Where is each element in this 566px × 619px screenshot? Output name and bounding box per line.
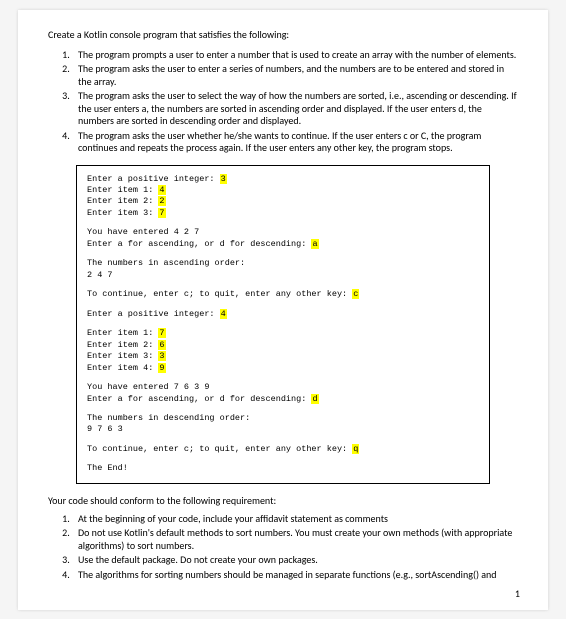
page: Create a Kotlin console program that sat… xyxy=(18,10,548,610)
requirement-item: Use the default package. Do not create y… xyxy=(72,554,518,567)
console-line: Enter item 2: xyxy=(87,340,158,350)
user-input: 7 xyxy=(158,328,165,338)
console-line: Enter a for ascending, or d for descendi… xyxy=(87,239,311,249)
requirements-list: The program prompts a user to enter a nu… xyxy=(72,49,518,155)
console-block: Enter a positive integer: 3 Enter item 1… xyxy=(87,174,479,220)
console-line: To continue, enter c; to quit, enter any… xyxy=(87,444,352,454)
requirement-item: Do not use Kotlin's default methods to s… xyxy=(72,527,518,552)
follow-intro: Your code should conform to the followin… xyxy=(48,494,518,507)
console-line: Enter a for ascending, or d for descendi… xyxy=(87,394,311,404)
console-line: You have entered 4 2 7 xyxy=(87,227,479,238)
follow-requirements-list: At the beginning of your code, include y… xyxy=(72,513,518,582)
requirement-item: The program asks the user to enter a ser… xyxy=(72,63,518,88)
user-input: 3 xyxy=(158,351,165,361)
requirement-item: At the beginning of your code, include y… xyxy=(72,513,518,526)
requirement-item: The algorithms for sorting numbers shoul… xyxy=(72,569,518,582)
console-line: Enter item 3: xyxy=(87,351,158,361)
console-block: Enter a positive integer: 4 xyxy=(87,309,479,320)
console-line: Enter item 1: xyxy=(87,185,158,195)
intro-text: Create a Kotlin console program that sat… xyxy=(48,28,518,41)
user-input: 2 xyxy=(158,196,165,206)
console-line: The numbers in descending order: xyxy=(87,413,479,424)
user-input: 3 xyxy=(220,174,227,184)
console-line: 9 7 6 3 xyxy=(87,424,479,435)
user-input: 6 xyxy=(158,340,165,350)
console-line: Enter item 2: xyxy=(87,196,158,206)
user-input: 9 xyxy=(158,363,165,373)
console-line: The End! xyxy=(87,463,479,474)
console-block: Enter item 1: 7 Enter item 2: 6 Enter it… xyxy=(87,328,479,374)
user-input: 4 xyxy=(158,185,165,195)
user-input: 4 xyxy=(220,309,227,319)
user-input: c xyxy=(352,289,359,299)
user-input: q xyxy=(352,444,359,454)
console-block: You have entered 4 2 7 Enter a for ascen… xyxy=(87,227,479,250)
console-line: Enter item 3: xyxy=(87,208,158,218)
console-block: To continue, enter c; to quit, enter any… xyxy=(87,289,479,300)
console-line: Enter item 1: xyxy=(87,328,158,338)
console-output: Enter a positive integer: 3 Enter item 1… xyxy=(76,165,490,484)
console-line: Enter a positive integer: xyxy=(87,174,220,184)
requirement-item: The program prompts a user to enter a nu… xyxy=(72,49,518,62)
user-input: a xyxy=(311,239,318,249)
console-block: You have entered 7 6 3 9 Enter a for asc… xyxy=(87,382,479,405)
console-line: Enter a positive integer: xyxy=(87,309,220,319)
console-line: Enter item 4: xyxy=(87,363,158,373)
user-input: 7 xyxy=(158,208,165,218)
console-block: To continue, enter c; to quit, enter any… xyxy=(87,444,479,455)
console-line: You have entered 7 6 3 9 xyxy=(87,382,479,393)
console-block: The numbers in ascending order: 2 4 7 xyxy=(87,258,479,281)
console-line: 2 4 7 xyxy=(87,270,479,281)
requirement-item: The program asks the user to select the … xyxy=(72,90,518,128)
page-number: 1 xyxy=(515,587,520,600)
user-input: d xyxy=(311,394,318,404)
console-block: The End! xyxy=(87,463,479,474)
console-line: To continue, enter c; to quit, enter any… xyxy=(87,289,352,299)
console-line: The numbers in ascending order: xyxy=(87,258,479,269)
console-block: The numbers in descending order: 9 7 6 3 xyxy=(87,413,479,436)
requirement-item: The program asks the user whether he/she… xyxy=(72,130,518,155)
